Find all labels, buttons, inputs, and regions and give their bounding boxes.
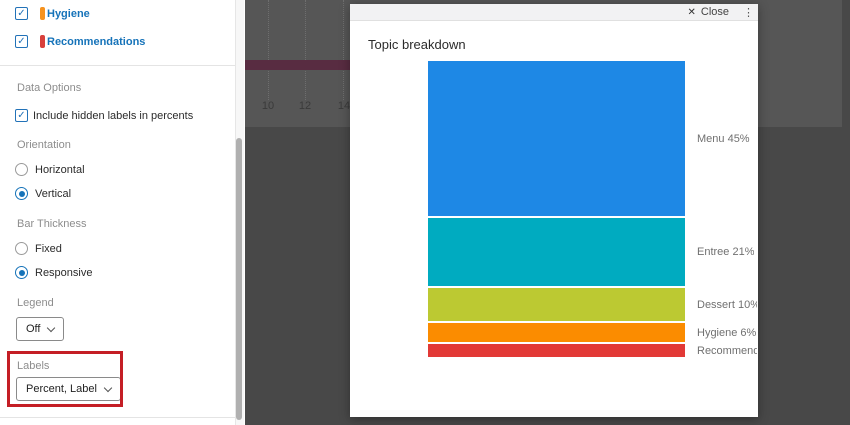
bar-segment-label: Menu 45% (697, 132, 750, 145)
topic-breakdown-modal: ✕ Close ⋮ Topic breakdown Menu 45% Entree… (350, 4, 758, 417)
radio-fixed-row[interactable]: Fixed (15, 242, 62, 255)
radio-label[interactable]: Horizontal (35, 164, 85, 176)
radio-horizontal-row[interactable]: Horizontal (15, 163, 85, 176)
hygiene-color-swatch (40, 7, 45, 20)
divider (0, 417, 236, 418)
bar-segment-menu[interactable] (428, 61, 685, 216)
axis-tick: 10 (261, 100, 275, 112)
legend-dropdown-value: Off (26, 323, 41, 335)
bar-segment-label: Hygiene 6% (697, 326, 757, 339)
bar-segment-recommendations[interactable] (428, 344, 685, 357)
chevron-down-icon (103, 383, 113, 392)
section-title-bar-thickness: Bar Thickness (17, 218, 87, 230)
checkbox-checked-icon[interactable]: ✓ (15, 7, 28, 20)
gridline (305, 0, 306, 100)
radio-label[interactable]: Responsive (35, 267, 92, 279)
radio-selected-icon[interactable] (15, 187, 28, 200)
radio-unselected-icon[interactable] (15, 163, 28, 176)
bar-segment-label: Entree 21% (697, 246, 755, 258)
recommendations-color-swatch (40, 35, 45, 48)
labels-dropdown[interactable]: Percent, Label (16, 377, 121, 401)
modal-header: ✕ Close ⋮ (350, 4, 758, 21)
checkbox-label[interactable]: Include hidden labels in percents (33, 110, 193, 122)
section-title-orientation: Orientation (17, 139, 71, 151)
scrollbar-thumb[interactable] (236, 138, 242, 420)
background-bar (245, 60, 352, 70)
legend-toggle-label[interactable]: Recommendations (47, 36, 145, 48)
gridline (268, 0, 269, 100)
bar-segment-dessert[interactable] (428, 288, 685, 321)
bar-segment-label: Recommenda (697, 344, 757, 357)
section-title-legend: Legend (17, 297, 54, 309)
checkbox-checked-icon[interactable]: ✓ (15, 109, 28, 122)
sidebar-scrollbar[interactable] (235, 0, 244, 425)
legend-toggle-label[interactable]: Hygiene (47, 8, 90, 20)
kebab-menu-icon[interactable]: ⋮ (743, 6, 754, 19)
radio-unselected-icon[interactable] (15, 242, 28, 255)
legend-dropdown[interactable]: Off (16, 317, 65, 341)
include-hidden-labels-checkbox-row[interactable]: ✓ Include hidden labels in percents (15, 109, 193, 122)
radio-label[interactable]: Vertical (35, 188, 71, 200)
bar-segment-hygiene[interactable] (428, 323, 685, 342)
checkbox-checked-icon[interactable]: ✓ (15, 35, 28, 48)
close-button[interactable]: ✕ Close (687, 6, 729, 18)
section-title-labels: Labels (17, 360, 50, 372)
radio-responsive-row[interactable]: Responsive (15, 266, 92, 279)
close-label: Close (700, 6, 729, 18)
bar-labels: Menu 45% Entree 21% Dessert 10% Hygiene 6% R… (697, 61, 758, 381)
bar-segment-label: Dessert 10% (697, 298, 757, 311)
radio-label[interactable]: Fixed (35, 243, 62, 255)
chart-title: Topic breakdown (368, 37, 466, 52)
bar-segment-entree[interactable] (428, 218, 685, 286)
legend-toggle-recommendations[interactable]: ✓ Recommendations (15, 35, 145, 48)
gridline (343, 0, 344, 100)
labels-dropdown-value: Percent, Label (26, 383, 97, 395)
stacked-bar (428, 61, 685, 359)
section-title-data-options: Data Options (17, 82, 82, 94)
axis-tick: 12 (298, 100, 312, 112)
settings-sidebar: ✓ Hygiene ✓ Recommendations Data Options… (0, 0, 245, 425)
divider (0, 65, 236, 66)
close-icon: ✕ (687, 6, 696, 18)
radio-selected-icon[interactable] (15, 266, 28, 279)
radio-vertical-row[interactable]: Vertical (15, 187, 71, 200)
chevron-down-icon (47, 323, 56, 332)
legend-toggle-hygiene[interactable]: ✓ Hygiene (15, 7, 90, 20)
